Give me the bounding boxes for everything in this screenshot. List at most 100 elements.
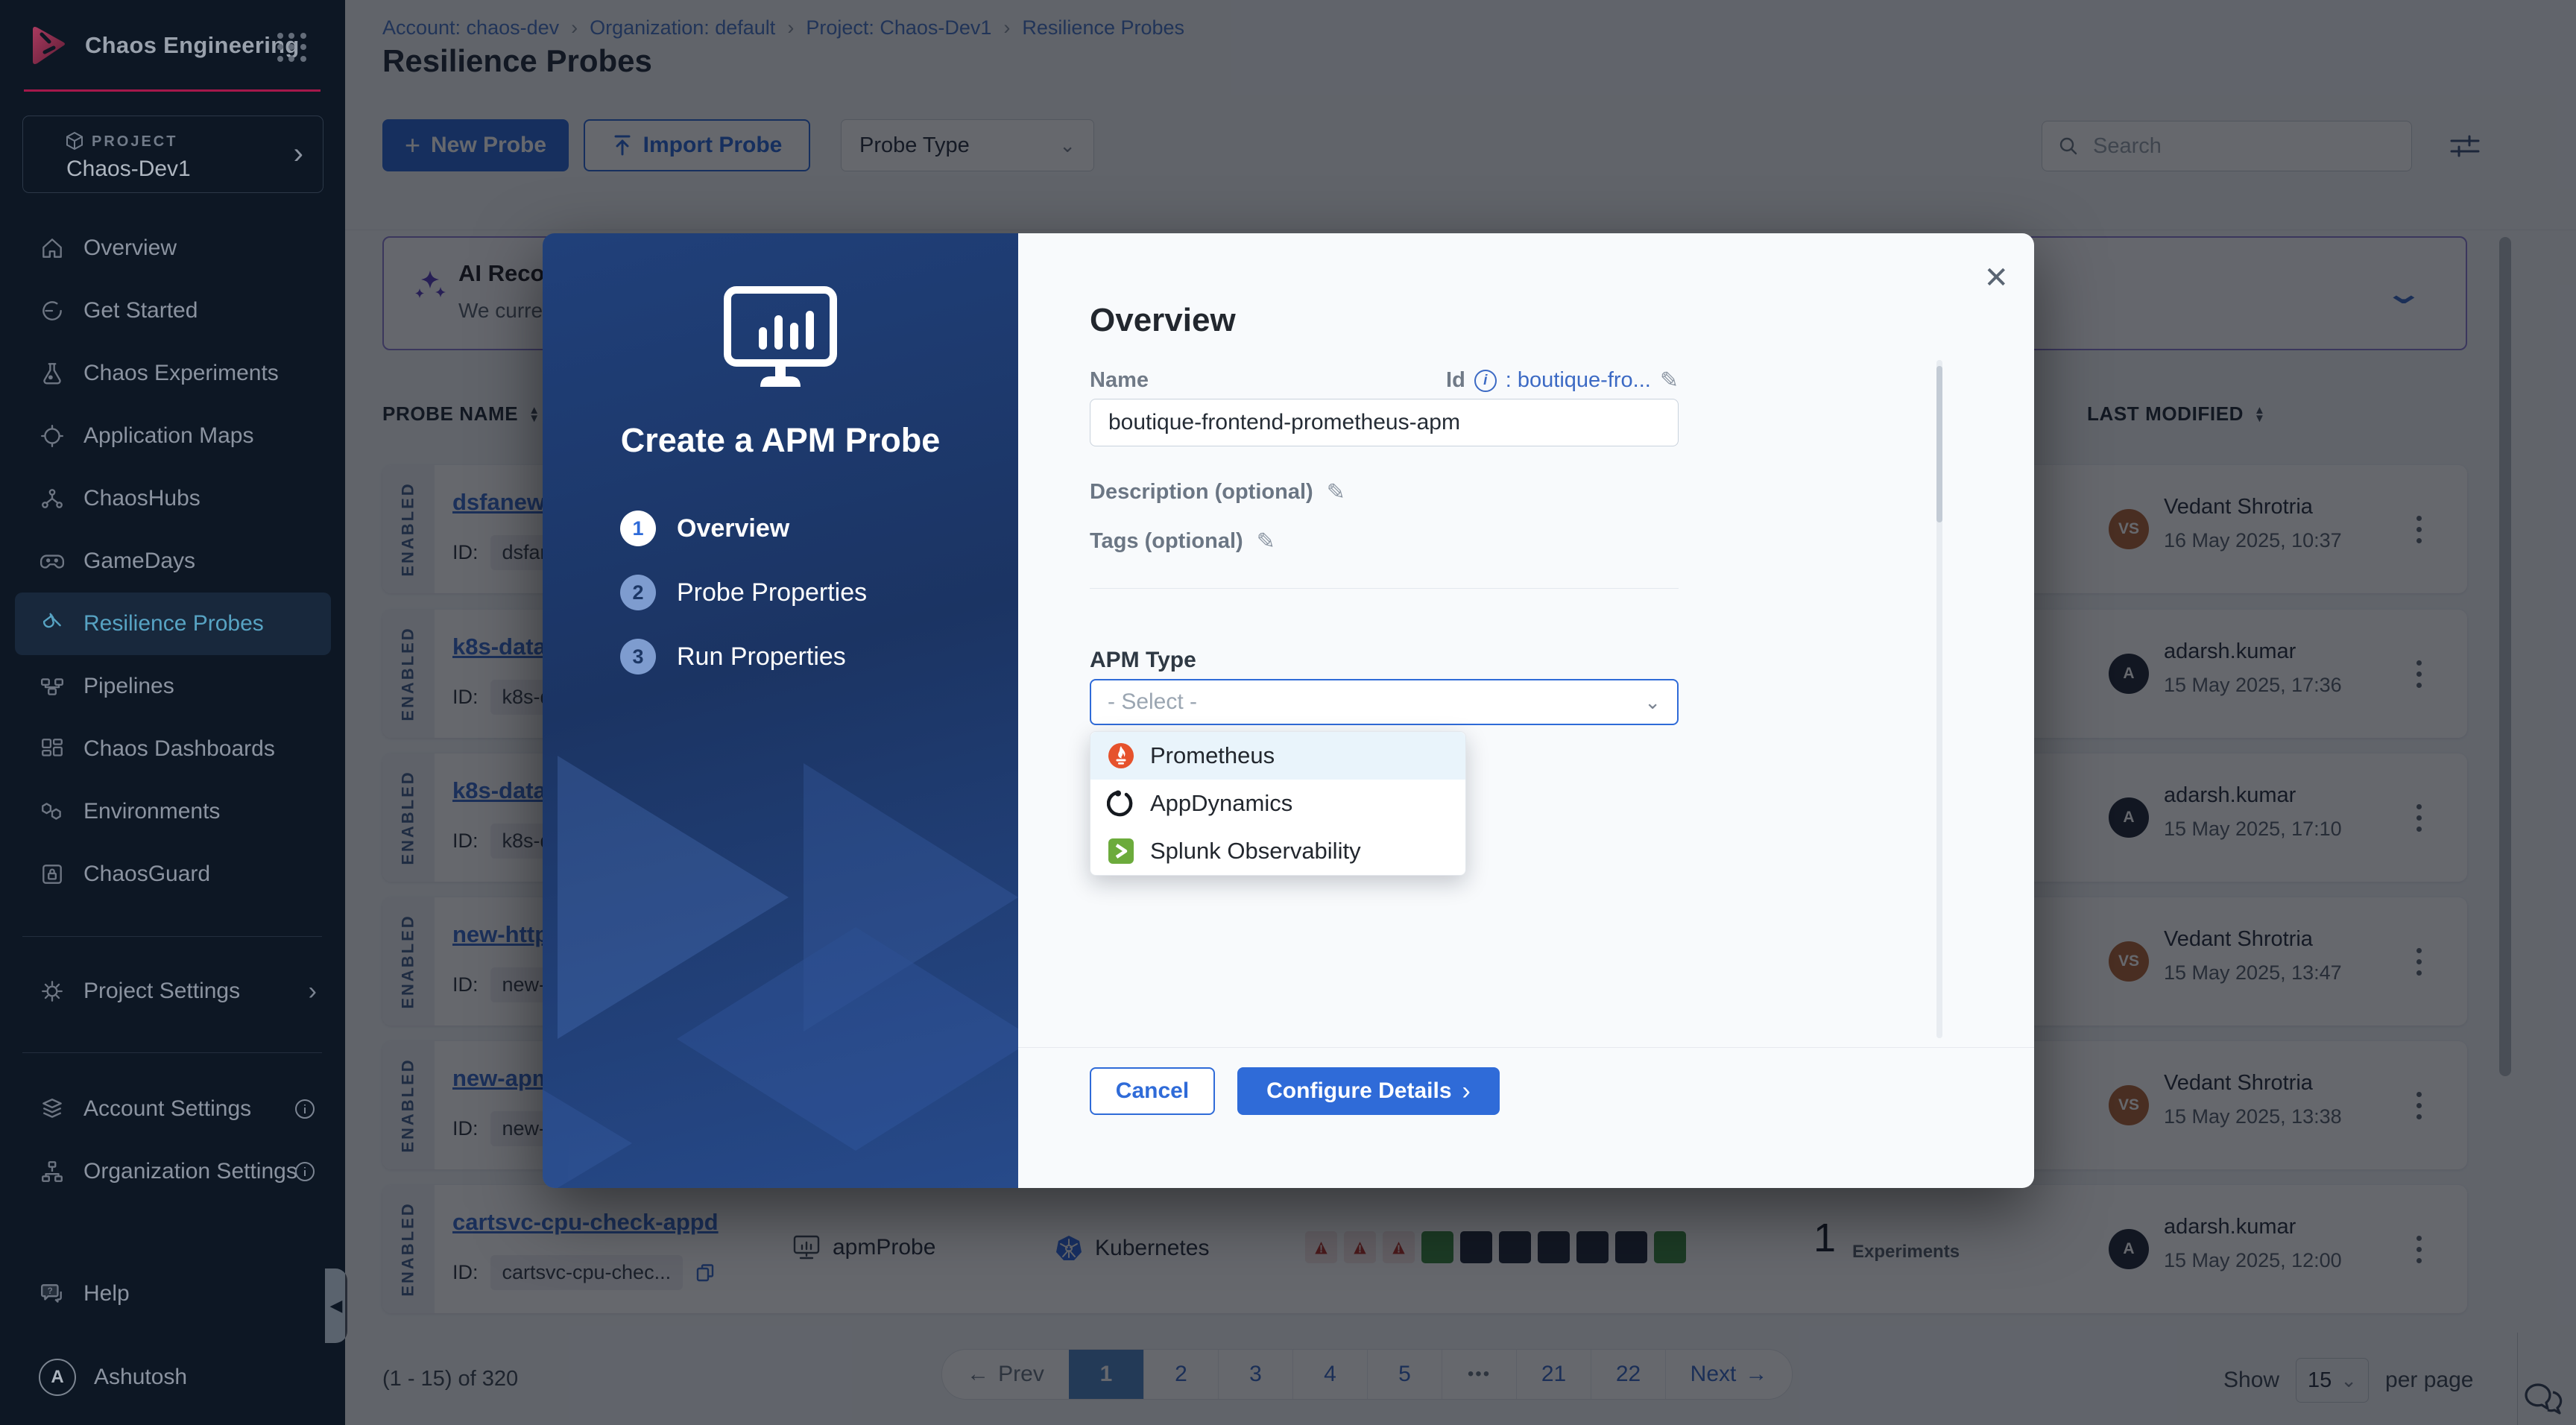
modal-left-panel: Create a APM Probe 1 Overview 2 Probe Pr… <box>543 233 1018 1188</box>
sidebar-item-help[interactable]: ? Help <box>0 1263 345 1325</box>
brand-divider <box>24 89 321 92</box>
modal-content: ✕ Overview Name Id i : boutique-fro... ✎… <box>1018 233 2034 1188</box>
sidebar-item-label: GameDays <box>83 549 195 574</box>
app-switcher-icon[interactable] <box>277 33 307 63</box>
info-icon[interactable]: i <box>1474 370 1497 392</box>
modal-footer-divider <box>1018 1047 2034 1048</box>
sidebar: Chaos Engineering PROJECT Chaos-Dev1 › O… <box>0 0 345 1425</box>
sidebar-item-label: Account Settings <box>83 1096 251 1122</box>
option-prometheus[interactable]: Prometheus <box>1090 732 1465 780</box>
id-label: Id <box>1446 368 1465 393</box>
apm-type-select[interactable]: - Select - ⌄ <box>1090 679 1679 725</box>
sidebar-collapse-handle[interactable]: ◀ <box>325 1268 347 1343</box>
tags-label: Tags (optional) <box>1090 529 1243 554</box>
sidebar-item-application-maps[interactable]: Application Maps <box>0 405 345 467</box>
gamepad-icon <box>39 549 66 574</box>
sidebar-item-label: Get Started <box>83 298 198 323</box>
configure-details-button[interactable]: Configure Details › <box>1237 1067 1500 1115</box>
pipeline-icon <box>39 674 66 699</box>
sidebar-item-account-settings[interactable]: Account Settings <box>0 1078 345 1140</box>
user-name: Ashutosh <box>94 1365 187 1390</box>
sidebar-item-chaos-dashboards[interactable]: Chaos Dashboards <box>0 718 345 780</box>
edit-id-icon[interactable]: ✎ <box>1660 367 1679 394</box>
sidebar-item-label: Chaos Experiments <box>83 361 279 386</box>
edit-description-icon[interactable]: ✎ <box>1327 479 1345 505</box>
sidebar-item-organization-settings[interactable]: Organization Settings <box>0 1140 345 1203</box>
modal-title: Create a APM Probe <box>543 421 1018 460</box>
wizard-step-run-properties[interactable]: 3 Run Properties <box>620 639 846 674</box>
target-icon <box>39 423 66 449</box>
prometheus-icon <box>1107 742 1135 770</box>
sidebar-item-resilience-probes[interactable]: Resilience Probes <box>15 593 331 655</box>
probe-icon <box>39 611 66 636</box>
apm-monitor-icon <box>717 282 844 394</box>
app-logo-icon <box>27 24 69 67</box>
probe-id-value[interactable]: : boutique-fro... <box>1506 368 1651 393</box>
user-avatar: A <box>39 1359 76 1396</box>
home-icon <box>39 236 66 261</box>
sidebar-item-project-settings[interactable]: Project Settings › <box>0 960 345 1023</box>
cube-icon <box>65 131 84 151</box>
wizard-step-overview[interactable]: 1 Overview <box>620 511 789 546</box>
get-started-icon <box>39 298 66 323</box>
edit-tags-icon[interactable]: ✎ <box>1257 528 1275 554</box>
option-appdynamics[interactable]: AppDynamics <box>1090 780 1465 827</box>
sidebar-item-overview[interactable]: Overview <box>0 217 345 279</box>
chevron-right-icon: › <box>309 977 317 1006</box>
sidebar-item-label: Project Settings <box>83 979 240 1004</box>
info-icon <box>293 1160 317 1184</box>
sidebar-item-label: ChaosHubs <box>83 486 201 511</box>
hexagons-icon <box>39 799 66 824</box>
sidebar-divider <box>22 1052 322 1053</box>
sidebar-item-label: Application Maps <box>83 423 253 449</box>
chevron-right-icon: › <box>294 139 303 168</box>
form-divider <box>1090 588 1679 589</box>
option-splunk-observability[interactable]: Splunk Observability <box>1090 827 1465 875</box>
appdynamics-icon <box>1107 789 1135 818</box>
org-gear-icon <box>39 1159 66 1184</box>
description-label: Description (optional) <box>1090 480 1313 505</box>
network-icon <box>39 486 66 511</box>
dashboard-icon <box>39 736 66 762</box>
close-icon[interactable]: ✕ <box>1983 263 2009 293</box>
sidebar-item-environments[interactable]: Environments <box>0 780 345 843</box>
svg-text:?: ? <box>48 1286 53 1296</box>
apm-type-dropdown: Prometheus AppDynamics Splunk Observabil… <box>1090 731 1466 876</box>
sidebar-item-get-started[interactable]: Get Started <box>0 279 345 342</box>
name-label: Name <box>1090 368 1149 393</box>
info-icon <box>293 1097 317 1121</box>
sidebar-item-chaoshubs[interactable]: ChaosHubs <box>0 467 345 530</box>
sidebar-divider <box>22 936 322 937</box>
project-label: PROJECT <box>92 133 177 151</box>
sidebar-item-chaosguard[interactable]: ChaosGuard <box>0 843 345 906</box>
chevron-right-icon: › <box>1462 1077 1471 1106</box>
sidebar-item-pipelines[interactable]: Pipelines <box>0 655 345 718</box>
gear-icon <box>39 979 66 1004</box>
cancel-button[interactable]: Cancel <box>1090 1067 1215 1115</box>
sidebar-item-label: Organization Settings <box>83 1159 297 1184</box>
project-name: Chaos-Dev1 <box>66 157 191 182</box>
form-scrollbar-thumb[interactable] <box>1936 366 1942 522</box>
flask-icon <box>39 361 66 386</box>
lock-icon <box>39 862 66 887</box>
sidebar-item-label: Help <box>83 1281 130 1306</box>
app-title: Chaos Engineering <box>85 32 300 59</box>
sidebar-item-label: Overview <box>83 236 177 261</box>
apm-type-label: APM Type <box>1090 648 1196 673</box>
sidebar-item-gamedays[interactable]: GameDays <box>0 530 345 593</box>
sidebar-item-label: Environments <box>83 799 220 824</box>
chevron-down-icon: ⌄ <box>1644 691 1661 714</box>
help-chat-icon: ? <box>39 1281 66 1306</box>
watermark-graphic <box>543 666 1018 1188</box>
project-selector[interactable]: PROJECT Chaos-Dev1 › <box>22 116 323 193</box>
wizard-step-probe-properties[interactable]: 2 Probe Properties <box>620 575 867 610</box>
probe-name-input[interactable] <box>1090 399 1679 446</box>
sidebar-item-user[interactable]: A Ashutosh <box>0 1346 345 1409</box>
overview-heading: Overview <box>1090 302 1236 339</box>
layers-gear-icon <box>39 1096 66 1122</box>
sidebar-item-label: ChaosGuard <box>83 862 210 887</box>
sidebar-item-label: Chaos Dashboards <box>83 736 275 762</box>
sidebar-item-label: Pipelines <box>83 674 174 699</box>
sidebar-item-chaos-experiments[interactable]: Chaos Experiments <box>0 342 345 405</box>
sidebar-item-label: Resilience Probes <box>83 611 264 636</box>
